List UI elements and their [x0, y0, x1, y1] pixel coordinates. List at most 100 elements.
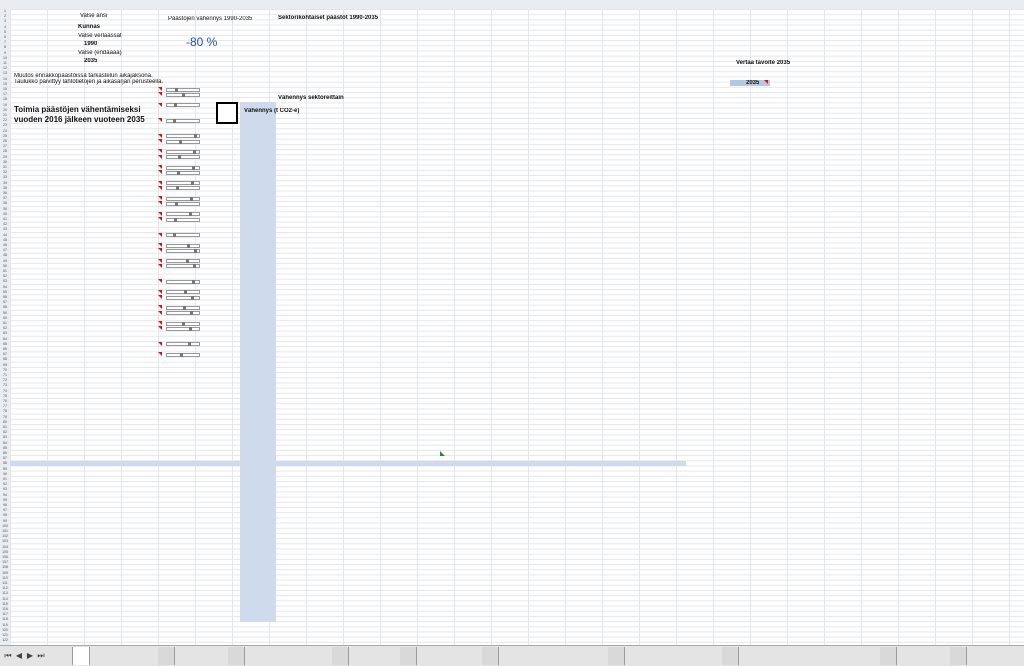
last-sheet-icon[interactable]: ⏭ [36, 650, 46, 662]
slider-control[interactable] [166, 212, 200, 217]
slider-thumb[interactable] [194, 134, 197, 139]
slider-thumb[interactable] [187, 243, 190, 248]
slider-control[interactable] [166, 326, 200, 331]
slider-thumb[interactable] [178, 155, 181, 160]
slider-thumb[interactable] [192, 279, 195, 284]
slider-thumb[interactable] [175, 201, 178, 206]
next-sheet-icon[interactable]: ▶ [25, 650, 35, 662]
main-header-col [584, 106, 608, 120]
sheet-tab-data-p-st-t[interactable] [608, 647, 625, 665]
slider-thumb[interactable] [193, 264, 196, 269]
comment-flag [158, 196, 162, 201]
slider-thumb[interactable] [189, 212, 192, 217]
sheet-tab-tiekartta[interactable] [72, 647, 90, 665]
slider-thumb[interactable] [191, 181, 194, 186]
slider-control[interactable] [166, 321, 200, 326]
slider-thumb[interactable] [182, 92, 185, 97]
header-col [610, 42, 634, 54]
sheet-tab-data-astep-iv-luvut[interactable] [722, 647, 739, 665]
slider-control[interactable] [166, 311, 200, 316]
slider-control[interactable] [166, 243, 200, 248]
slider-control[interactable] [166, 342, 200, 347]
slider-thumb[interactable] [190, 196, 193, 201]
year-value[interactable]: 1990 [84, 41, 97, 47]
target-cell[interactable]: 2035 [746, 80, 759, 86]
slider-thumb[interactable] [186, 259, 189, 264]
slider-control[interactable] [166, 149, 200, 154]
slider-thumb[interactable] [190, 311, 193, 316]
main-header-col [635, 106, 659, 120]
slider-control[interactable] [166, 139, 200, 144]
slider-thumb[interactable] [191, 295, 194, 300]
slider-thumb[interactable] [175, 87, 178, 92]
sheet-tab-tulokset[interactable] [158, 647, 175, 665]
slider-thumb[interactable] [174, 103, 177, 108]
target-value[interactable]: 2035 [84, 58, 97, 64]
slider-control[interactable] [166, 295, 200, 300]
sheet-tab-rakennukset[interactable] [228, 647, 245, 665]
comment-flag [158, 258, 162, 263]
row-number[interactable]: 122 [0, 638, 10, 643]
mid-header: Vähennys sektoreittain [278, 95, 344, 101]
slider-control[interactable] [166, 196, 200, 201]
slider-control[interactable] [166, 181, 200, 186]
header-col [482, 42, 506, 54]
main-subtitle: vuoden 2016 jälkeen vuoteen 2035 [14, 115, 145, 124]
sheet-tab-taul1[interactable] [950, 647, 967, 665]
main-header-col [406, 106, 430, 120]
first-sheet-icon[interactable]: ⏮ [3, 650, 13, 662]
slider-control[interactable] [166, 259, 200, 264]
sheet-tab-data-liikenne[interactable] [400, 647, 417, 665]
slider-thumb[interactable] [177, 170, 180, 175]
slider-control[interactable] [166, 290, 200, 295]
cell-grid[interactable] [10, 9, 1024, 645]
slider-control[interactable] [166, 186, 200, 191]
slider-thumb[interactable] [179, 139, 182, 144]
slider-control[interactable] [166, 170, 200, 175]
slider-control[interactable] [166, 248, 200, 253]
slider-control[interactable] [166, 103, 200, 108]
slider-control[interactable] [166, 233, 200, 238]
sheet-tab-liikenne[interactable] [332, 647, 349, 665]
slider-control[interactable] [166, 352, 200, 357]
slider-thumb[interactable] [193, 149, 196, 154]
comment-flag [158, 310, 162, 315]
slider-control[interactable] [166, 217, 200, 222]
slider-thumb[interactable] [176, 186, 179, 191]
slider-control[interactable] [166, 92, 200, 97]
comment-flag [158, 180, 162, 185]
slider-control[interactable] [166, 305, 200, 310]
spreadsheet-sheet[interactable]: 1 2 3 4 5 6 7 8 9 10 11 12 13 14 15 16 17 18 19 20 21 22 23 24 2… [0, 0, 1024, 645]
slider-thumb[interactable] [189, 326, 192, 331]
slider-control[interactable] [166, 201, 200, 206]
comment-flag [158, 170, 162, 175]
header-col [278, 42, 302, 54]
sheet-tab-kunnat[interactable] [880, 647, 897, 665]
slider-control[interactable] [166, 279, 200, 284]
slider-thumb[interactable] [173, 233, 176, 238]
slider-thumb[interactable] [180, 352, 183, 357]
slider-thumb[interactable] [188, 342, 191, 347]
comment-flag [158, 279, 162, 284]
main-header-col [457, 106, 481, 120]
slider-thumb[interactable] [192, 165, 195, 170]
slider-control[interactable] [166, 165, 200, 170]
slider-thumb[interactable] [182, 321, 185, 326]
prev-sheet-icon[interactable]: ◀ [14, 650, 24, 662]
sheet-tab-data-rakennukset[interactable] [482, 647, 499, 665]
slider-thumb[interactable] [183, 305, 186, 310]
slider-control[interactable] [166, 118, 200, 123]
slider-control[interactable] [166, 155, 200, 160]
reduction-value[interactable]: -80 % [186, 36, 217, 48]
slider-control[interactable] [166, 134, 200, 139]
slider-thumb[interactable] [174, 217, 177, 222]
selected-cell[interactable] [216, 102, 238, 124]
slider-thumb[interactable] [173, 118, 176, 123]
slider-control[interactable] [166, 87, 200, 92]
slider-thumb[interactable] [194, 248, 197, 253]
header-col [329, 42, 353, 54]
slider-control[interactable] [166, 264, 200, 269]
comment-flag [158, 165, 162, 169]
slider-thumb[interactable] [184, 290, 187, 295]
kunta-value[interactable]: Kunnas [78, 24, 100, 30]
